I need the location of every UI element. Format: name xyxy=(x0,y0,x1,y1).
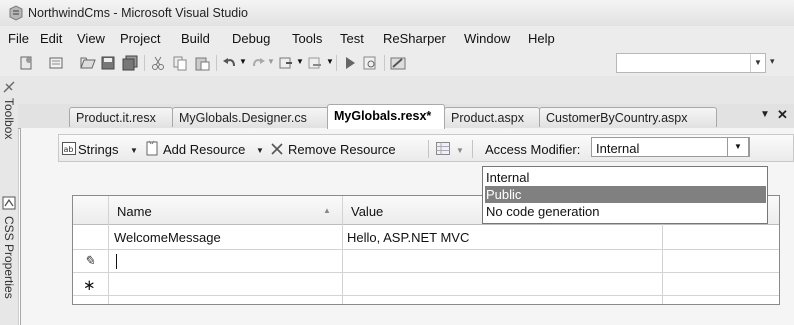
navigate-backward-icon[interactable] xyxy=(278,55,294,71)
option-internal[interactable]: Internal xyxy=(485,169,766,186)
add-item-icon[interactable] xyxy=(48,55,64,71)
views-icon[interactable] xyxy=(436,142,450,155)
menu-resharper[interactable]: ReSharper xyxy=(383,31,446,46)
text-cursor xyxy=(116,254,117,269)
side-tool-strip: Toolbox CSS Properties xyxy=(0,76,19,325)
window-title: NorthwindCms - Microsoft Visual Studio xyxy=(28,6,248,20)
title-bar: NorthwindCms - Microsoft Visual Studio xyxy=(0,0,794,27)
menu-help[interactable]: Help xyxy=(528,31,555,46)
remove-resource-button[interactable]: Remove Resource xyxy=(288,142,396,157)
chevron-down-icon[interactable]: ▼ xyxy=(256,146,264,155)
remove-icon xyxy=(271,143,283,155)
toolbox-tab[interactable]: Toolbox xyxy=(2,98,16,139)
copy-icon[interactable] xyxy=(172,55,188,71)
edit-row-pencil-icon: ✎ xyxy=(84,253,95,268)
tab-product-aspx[interactable]: Product.aspx xyxy=(444,107,540,127)
open-file-icon[interactable] xyxy=(80,55,96,71)
option-public[interactable]: Public xyxy=(485,186,766,203)
paste-icon[interactable] xyxy=(194,55,210,71)
tab-myglobals-resx[interactable]: MyGlobals.resx* xyxy=(327,104,445,129)
cell-value[interactable]: Hello, ASP.NET MVC xyxy=(347,230,469,245)
menu-edit[interactable]: Edit xyxy=(40,31,62,46)
close-icon[interactable]: ✕ xyxy=(777,107,788,123)
menu-test[interactable]: Test xyxy=(340,31,364,46)
visual-studio-icon xyxy=(9,5,23,21)
css-properties-tab[interactable]: CSS Properties xyxy=(2,216,16,299)
navigate-forward-icon[interactable] xyxy=(307,55,323,71)
add-resource-icon xyxy=(146,140,158,156)
menu-tools[interactable]: Tools xyxy=(292,31,322,46)
new-row-asterisk-icon: ∗ xyxy=(83,277,96,294)
menu-window[interactable]: Window xyxy=(464,31,510,46)
tab-product-it-resx[interactable]: Product.it.resx xyxy=(69,107,173,127)
solution-explorer-icon[interactable] xyxy=(390,55,406,71)
toolbar-overflow-icon[interactable]: ▾ xyxy=(770,56,775,67)
tabs-dropdown-icon[interactable]: ▼ xyxy=(760,109,770,120)
menu-view[interactable]: View xyxy=(77,31,105,46)
column-header-value[interactable]: Value xyxy=(351,204,383,219)
chevron-down-icon[interactable]: ▼ xyxy=(456,146,464,155)
svg-text:ab: ab xyxy=(64,145,74,154)
chevron-down-icon[interactable]: ▼ xyxy=(130,146,138,155)
redo-icon[interactable] xyxy=(250,55,266,71)
start-debugging-icon[interactable] xyxy=(342,55,358,71)
chevron-down-icon[interactable]: ▼ xyxy=(727,137,749,157)
menu-build[interactable]: Build xyxy=(181,31,210,46)
strings-button[interactable]: Strings xyxy=(78,142,118,157)
menu-project[interactable]: Project xyxy=(120,31,160,46)
standard-toolbar: ▼ ▼ ▼ ▼ ▼ ▾ xyxy=(0,50,794,77)
tab-myglobals-designer-cs[interactable]: MyGlobals.Designer.cs xyxy=(172,107,330,127)
add-resource-button[interactable]: Add Resource xyxy=(163,142,245,157)
find-combo[interactable]: ▼ xyxy=(616,53,766,73)
column-header-name[interactable]: Name xyxy=(117,204,152,219)
access-modifier-label: Access Modifier: xyxy=(485,142,581,157)
save-all-icon[interactable] xyxy=(122,55,138,71)
css-properties-icon[interactable] xyxy=(2,196,16,210)
undo-icon[interactable] xyxy=(222,55,238,71)
menu-bar: File Edit View Project Build Debug Tools… xyxy=(0,26,794,50)
menu-file[interactable]: File xyxy=(8,31,29,46)
cut-icon[interactable] xyxy=(150,55,166,71)
access-modifier-dropdown: Internal Public No code generation xyxy=(482,166,768,224)
new-project-icon[interactable] xyxy=(18,55,34,71)
menu-debug[interactable]: Debug xyxy=(232,31,270,46)
sort-ascending-icon: ▲ xyxy=(323,206,331,215)
option-no-code-generation[interactable]: No code generation xyxy=(485,203,766,220)
access-modifier-value: Internal xyxy=(596,141,640,156)
save-icon[interactable] xyxy=(100,55,116,71)
toolbox-pin-icon[interactable] xyxy=(2,80,16,94)
tab-customerbycountry-aspx[interactable]: CustomerByCountry.aspx xyxy=(539,107,717,127)
cell-name[interactable]: WelcomeMessage xyxy=(114,230,221,245)
strings-icon: ab xyxy=(62,142,76,155)
find-in-files-icon[interactable] xyxy=(362,55,378,71)
